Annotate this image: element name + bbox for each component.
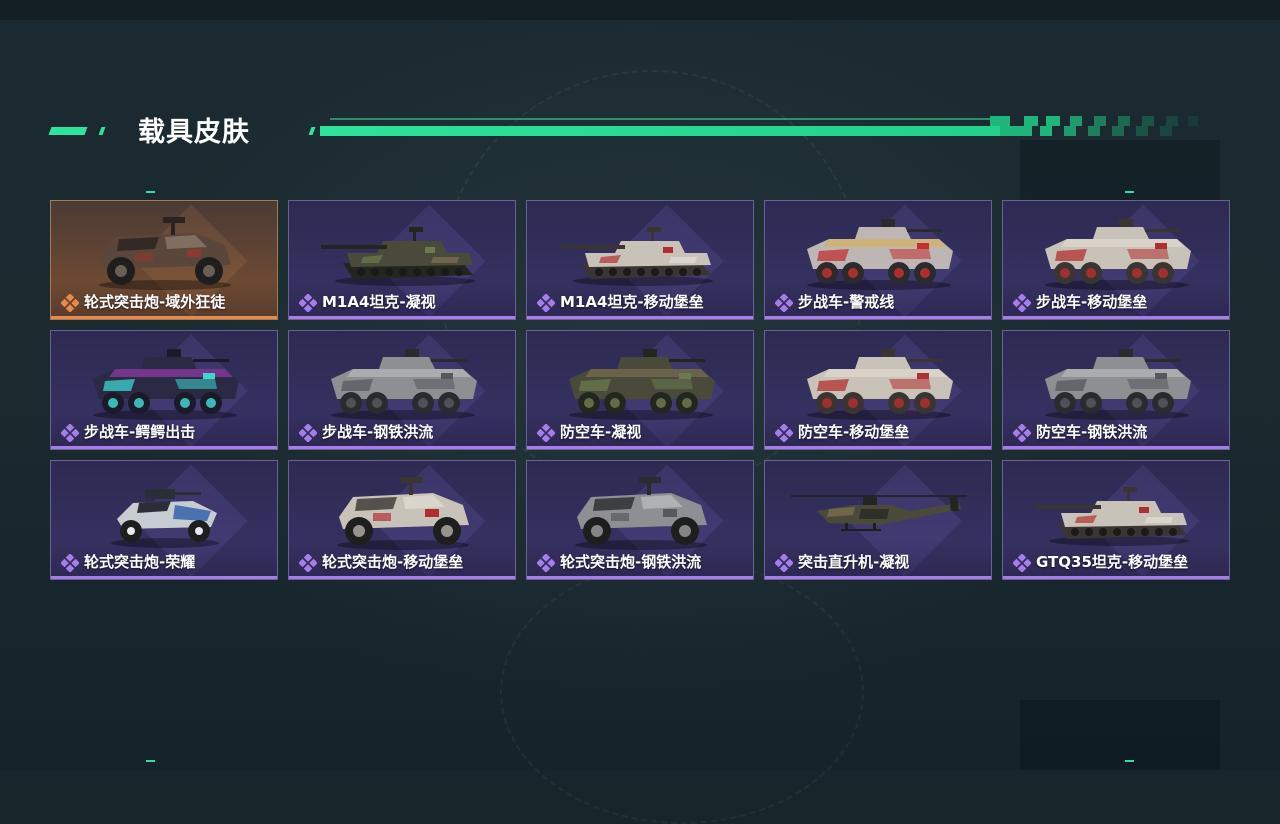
skin-card[interactable]: 步战车-移动堡垒	[1002, 200, 1230, 320]
vehicle-image	[1027, 205, 1207, 291]
vehicle-image	[1027, 335, 1207, 421]
rarity-bar	[289, 576, 515, 579]
rarity-bar	[289, 446, 515, 449]
vehicle-image	[789, 465, 969, 551]
vehicle-image	[551, 205, 731, 291]
vehicle-image	[313, 335, 493, 421]
background-block	[1020, 140, 1220, 200]
rarity-diamond-icon	[299, 554, 317, 572]
skin-card[interactable]: 轮式突击炮-钢铁洪流	[526, 460, 754, 580]
rarity-bar	[1003, 446, 1229, 449]
vehicle-image	[789, 205, 969, 291]
skin-card[interactable]: 步战车-鳄鳄出击	[50, 330, 278, 450]
vehicle-image	[75, 205, 255, 291]
skin-card[interactable]: 突击直升机-凝视	[764, 460, 992, 580]
rarity-bar	[289, 316, 515, 319]
background-block	[1020, 700, 1220, 770]
rarity-bar	[51, 316, 277, 319]
rarity-bar	[765, 446, 991, 449]
rarity-bar	[765, 576, 991, 579]
skin-name: 防空车-凝视	[560, 423, 642, 441]
rarity-diamond-icon	[1013, 294, 1031, 312]
corner-mark	[146, 760, 155, 762]
corner-mark	[1125, 191, 1134, 193]
rarity-diamond-icon	[775, 294, 793, 312]
vehicle-image	[1027, 465, 1207, 551]
header-thin-line	[330, 118, 1010, 120]
rarity-diamond-icon	[775, 554, 793, 572]
rarity-bar	[527, 316, 753, 319]
skin-name: 轮式突击炮-域外狂徒	[84, 293, 226, 311]
rarity-diamond-icon	[537, 294, 555, 312]
header-accent-line	[320, 126, 1000, 136]
skin-grid: 轮式突击炮-域外狂徒 M1A4坦克-凝视 M1A4坦克-移动堡垒 步战车-警戒线	[50, 200, 1230, 580]
skin-card[interactable]: M1A4坦克-移动堡垒	[526, 200, 754, 320]
skin-card[interactable]: 防空车-移动堡垒	[764, 330, 992, 450]
skin-name: 步战车-移动堡垒	[1036, 293, 1148, 311]
rarity-diamond-icon	[61, 554, 79, 572]
vehicle-image	[313, 205, 493, 291]
skin-card[interactable]: 防空车-钢铁洪流	[1002, 330, 1230, 450]
skin-name: 防空车-钢铁洪流	[1036, 423, 1148, 441]
rarity-bar	[527, 576, 753, 579]
skin-name: 步战车-警戒线	[798, 293, 895, 311]
vehicle-image	[551, 465, 731, 551]
skin-card[interactable]: 轮式突击炮-域外狂徒	[50, 200, 278, 320]
rarity-bar	[765, 316, 991, 319]
rarity-bar	[51, 576, 277, 579]
skin-card[interactable]: GTQ35坦克-移动堡垒	[1002, 460, 1230, 580]
vehicle-image	[789, 335, 969, 421]
rarity-diamond-icon	[1013, 424, 1031, 442]
skin-card[interactable]: M1A4坦克-凝视	[288, 200, 516, 320]
top-bar	[0, 0, 1280, 20]
skin-name: M1A4坦克-凝视	[322, 293, 436, 311]
skin-name: 防空车-移动堡垒	[798, 423, 910, 441]
rarity-diamond-icon	[299, 424, 317, 442]
skin-name: 轮式突击炮-荣耀	[84, 553, 196, 571]
skin-name: M1A4坦克-移动堡垒	[560, 293, 704, 311]
corner-mark	[146, 191, 155, 193]
skin-name: 步战车-鳄鳄出击	[84, 423, 196, 441]
skin-card[interactable]: 轮式突击炮-荣耀	[50, 460, 278, 580]
skin-name: 突击直升机-凝视	[798, 553, 910, 571]
rarity-bar	[1003, 316, 1229, 319]
rarity-diamond-icon	[537, 424, 555, 442]
background-ring-lower	[500, 560, 864, 824]
rarity-diamond-icon	[775, 424, 793, 442]
rarity-diamond-icon	[1013, 554, 1031, 572]
skin-name: GTQ35坦克-移动堡垒	[1036, 553, 1189, 571]
page-title: 载具皮肤	[138, 117, 250, 148]
skin-card[interactable]: 轮式突击炮-移动堡垒	[288, 460, 516, 580]
rarity-diamond-icon	[61, 424, 79, 442]
rarity-diamond-icon	[61, 294, 79, 312]
skin-name: 步战车-钢铁洪流	[322, 423, 434, 441]
rarity-bar	[527, 446, 753, 449]
vehicle-image	[551, 335, 731, 421]
skin-name: 轮式突击炮-移动堡垒	[322, 553, 464, 571]
skin-card[interactable]: 步战车-钢铁洪流	[288, 330, 516, 450]
skin-card[interactable]: 步战车-警戒线	[764, 200, 992, 320]
vehicle-image	[75, 335, 255, 421]
corner-mark	[1125, 760, 1134, 762]
vehicle-image	[313, 465, 493, 551]
skin-name: 轮式突击炮-钢铁洪流	[560, 553, 702, 571]
rarity-diamond-icon	[299, 294, 317, 312]
vehicle-image	[75, 465, 255, 551]
header-checker-pattern	[990, 116, 1198, 136]
skin-card[interactable]: 防空车-凝视	[526, 330, 754, 450]
rarity-bar	[51, 446, 277, 449]
rarity-diamond-icon	[537, 554, 555, 572]
header-accent-slash	[48, 127, 88, 135]
rarity-bar	[1003, 576, 1229, 579]
